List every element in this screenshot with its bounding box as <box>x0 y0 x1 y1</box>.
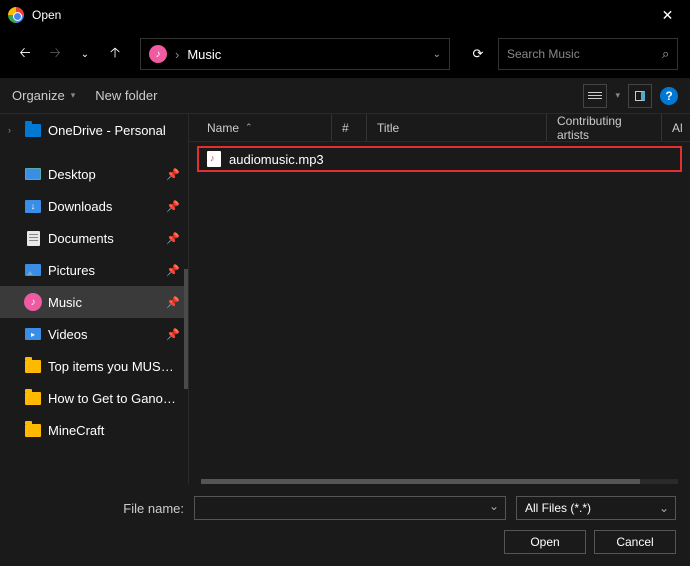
folder-icon <box>25 360 41 373</box>
folder-icon <box>25 424 41 437</box>
column-number[interactable]: # <box>332 114 367 141</box>
sidebar-item-desktop[interactable]: Desktop 📌 <box>0 158 188 190</box>
column-artist[interactable]: Contributing artists <box>547 114 662 141</box>
column-name[interactable]: Name ⌃ <box>197 114 332 141</box>
pin-icon: 📌 <box>166 200 180 213</box>
view-dropdown-icon[interactable]: ▾ <box>615 90 620 101</box>
sidebar-item-downloads[interactable]: ↓ Downloads 📌 <box>0 190 188 222</box>
sidebar-item-videos[interactable]: Videos 📌 <box>0 318 188 350</box>
forward-button[interactable]: 🡢 <box>42 41 68 67</box>
view-list-button[interactable] <box>583 84 607 108</box>
search-input[interactable] <box>507 47 662 61</box>
sort-ascending-icon: ⌃ <box>245 122 253 133</box>
filetype-dropdown[interactable]: All Files (*.*) <box>516 496 676 520</box>
horizontal-scrollbar[interactable] <box>201 479 678 484</box>
music-folder-icon: ♪ <box>149 45 167 63</box>
navigation-sidebar: › OneDrive - Personal Desktop 📌 ↓ Downlo… <box>0 114 189 484</box>
pin-icon: 📌 <box>166 232 180 245</box>
sidebar-item-documents[interactable]: Documents 📌 <box>0 222 188 254</box>
close-button[interactable]: ✕ <box>645 0 690 30</box>
sidebar-item-pictures[interactable]: Pictures 📌 <box>0 254 188 286</box>
address-dropdown-icon[interactable]: ⌄ <box>433 49 441 60</box>
filename-label: File name: <box>14 501 184 516</box>
folder-icon <box>25 392 41 405</box>
pin-icon: 📌 <box>166 328 180 341</box>
filename-input[interactable] <box>194 496 506 520</box>
download-icon: ↓ <box>25 200 41 213</box>
new-folder-button[interactable]: New folder <box>95 88 157 103</box>
desktop-icon <box>25 168 41 180</box>
sidebar-item-music[interactable]: ♪ Music 📌 <box>0 286 188 318</box>
breadcrumb-current[interactable]: Music <box>187 47 221 62</box>
pin-icon: 📌 <box>166 296 180 309</box>
video-icon <box>25 328 41 340</box>
sidebar-item-folder[interactable]: How to Get to Ganondorf <box>0 382 188 414</box>
recent-locations-dropdown[interactable]: ⌄ <box>72 41 98 67</box>
scrollbar-thumb[interactable] <box>201 479 640 484</box>
sidebar-item-folder[interactable]: Top items you MUST get t <box>0 350 188 382</box>
refresh-button[interactable]: ⟳ <box>462 38 494 70</box>
up-button[interactable]: 🡡 <box>102 41 128 67</box>
pin-icon: 📌 <box>166 264 180 277</box>
help-button[interactable]: ? <box>660 87 678 105</box>
document-icon <box>27 231 40 246</box>
chevron-down-icon: ▾ <box>71 90 76 101</box>
chevron-right-icon[interactable]: › <box>8 125 18 135</box>
app-icon <box>8 7 24 23</box>
back-button[interactable]: 🡠 <box>12 41 38 67</box>
column-album[interactable]: Al <box>662 114 682 141</box>
sidebar-item-folder[interactable]: MineCraft <box>0 414 188 446</box>
search-icon: ⌕ <box>662 46 669 62</box>
sidebar-item-onedrive[interactable]: › OneDrive - Personal <box>0 114 188 146</box>
preview-pane-button[interactable] <box>628 84 652 108</box>
mp3-file-icon <box>207 151 221 167</box>
file-row[interactable]: audiomusic.mp3 <box>197 146 682 172</box>
pin-icon: 📌 <box>166 168 180 181</box>
pictures-icon <box>25 264 41 276</box>
breadcrumb-sep: › <box>175 47 179 62</box>
cancel-button[interactable]: Cancel <box>594 530 676 554</box>
column-headers: Name ⌃ # Title Contributing artists Al <box>189 114 690 142</box>
open-button[interactable]: Open <box>504 530 586 554</box>
onedrive-icon <box>25 124 41 137</box>
file-name: audiomusic.mp3 <box>229 152 324 167</box>
address-bar[interactable]: ♪ › Music ⌄ <box>140 38 450 70</box>
organize-menu[interactable]: Organize ▾ <box>12 88 75 103</box>
column-title[interactable]: Title <box>367 114 547 141</box>
sidebar-scrollbar[interactable] <box>184 269 188 389</box>
search-box[interactable]: ⌕ <box>498 38 678 70</box>
window-title: Open <box>32 8 645 22</box>
music-icon: ♪ <box>24 293 42 311</box>
